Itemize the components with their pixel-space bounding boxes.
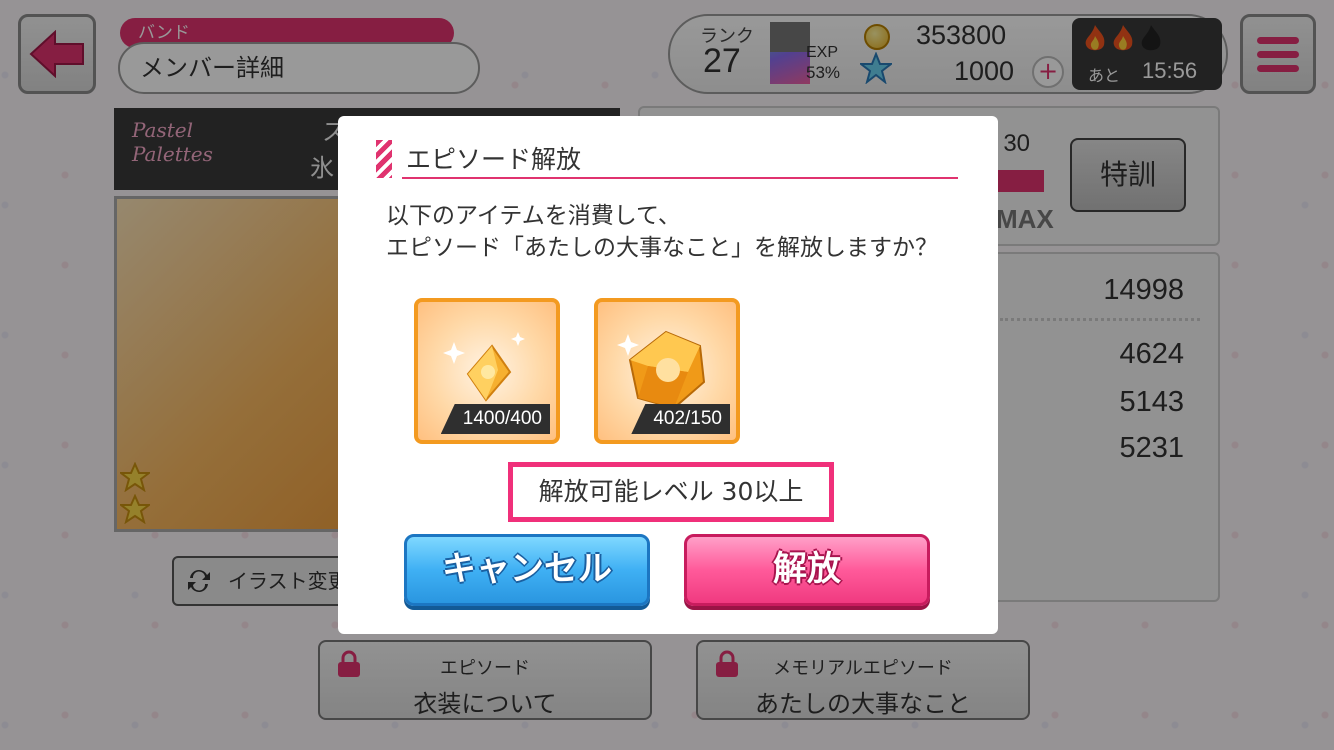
item-count: 1400/400 xyxy=(440,404,550,434)
dialog-title: エピソード解放 xyxy=(406,145,582,174)
level-requirement-label: 解放可能レベル 30以上 xyxy=(508,462,834,522)
release-button[interactable]: 解放 xyxy=(684,534,930,606)
item-card-small-crystal[interactable]: 1400/400 xyxy=(414,298,560,444)
cancel-button[interactable]: キャンセル xyxy=(404,534,650,606)
item-card-large-crystal[interactable]: 402/150 xyxy=(594,298,740,444)
title-underline xyxy=(402,177,958,179)
item-count: 402/150 xyxy=(631,404,730,434)
dialog-message-line: エピソード「あたしの大事なこと」を解放しますか？ xyxy=(386,235,938,261)
dialog-message-line: 以下のアイテムを消費して、 xyxy=(386,203,681,229)
title-stripe-decoration xyxy=(376,140,392,178)
dialog-message: 以下のアイテムを消費して、 エピソード「あたしの大事なこと」を解放しますか？ xyxy=(386,200,938,264)
